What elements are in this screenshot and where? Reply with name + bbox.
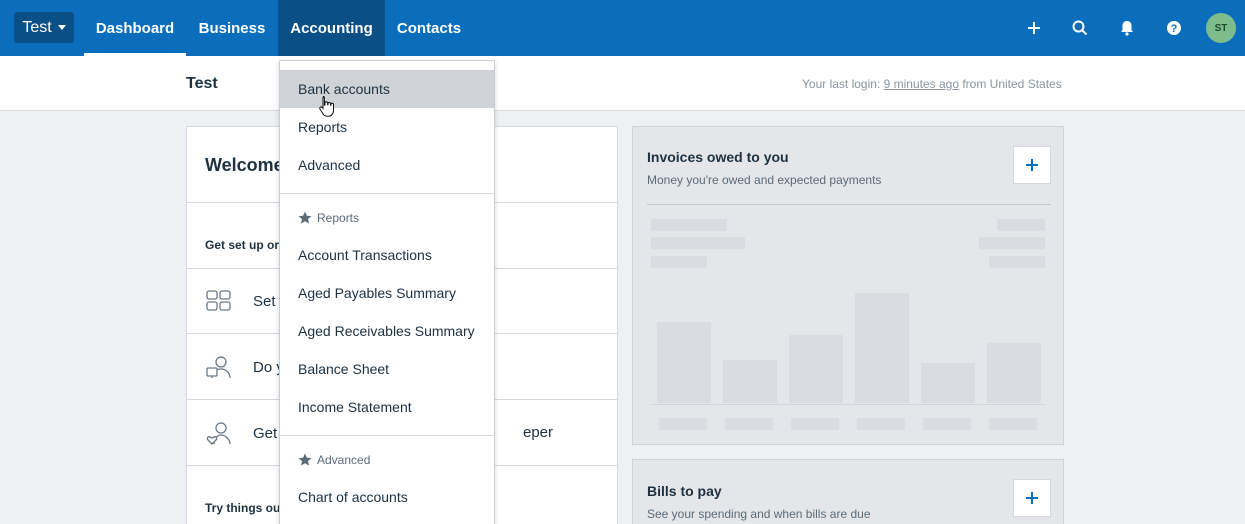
try-things-heading: Try things ou (205, 501, 281, 515)
reports-heading-label: Reports (317, 211, 360, 225)
loading-bar (657, 322, 711, 403)
avatar[interactable]: ST (1206, 13, 1236, 43)
setup-heading: Get set up or (205, 238, 280, 252)
loading-placeholder (997, 219, 1045, 231)
loading-placeholder (857, 418, 905, 430)
loading-placeholder (725, 418, 773, 430)
menu-item-advanced[interactable]: Advanced (280, 146, 494, 184)
tab-dashboard[interactable]: Dashboard (84, 0, 186, 56)
page-title: Test (186, 75, 218, 92)
menu-item-aged-payables-summary[interactable]: Aged Payables Summary (280, 274, 494, 312)
bills-title: Bills to pay (647, 483, 722, 499)
loading-placeholder (989, 418, 1037, 430)
page-header: Test Your last login: 9 minutes ago from… (0, 56, 1245, 111)
grid-icon (205, 287, 233, 315)
loading-bar (855, 293, 909, 403)
bell-icon[interactable] (1115, 16, 1139, 40)
add-bill-button[interactable] (1013, 479, 1051, 517)
last-login-prefix: Your last login: (802, 77, 884, 91)
menu-item-chart-of-accounts[interactable]: Chart of accounts (280, 478, 494, 516)
plus-icon[interactable] (1022, 16, 1046, 40)
loading-bar (987, 343, 1041, 403)
loading-placeholder (791, 418, 839, 430)
bills-card: Bills to pay See your spending and when … (632, 459, 1064, 524)
add-invoice-button[interactable] (1013, 146, 1051, 184)
menu-item-account-transactions[interactable]: Account Transactions (280, 236, 494, 274)
advanced-heading-label: Advanced (317, 453, 371, 467)
star-icon (298, 453, 312, 466)
plus-icon (1026, 159, 1038, 171)
menu-item-balance-sheet[interactable]: Balance Sheet (280, 350, 494, 388)
loading-placeholder (979, 237, 1045, 249)
svg-text:?: ? (1171, 23, 1178, 35)
last-login-link[interactable]: 9 minutes ago (884, 77, 959, 91)
reports-section-heading: Reports (298, 211, 359, 225)
divider (647, 204, 1051, 205)
loading-placeholder (651, 219, 727, 231)
tab-accounting[interactable]: Accounting (278, 0, 385, 56)
bills-subtitle: See your spending and when bills are due (647, 507, 871, 521)
loading-bar (789, 335, 843, 403)
organization-switcher[interactable]: Test (14, 12, 74, 43)
tab-business[interactable]: Business (186, 0, 278, 56)
invoices-subtitle: Money you're owed and expected payments (647, 173, 882, 187)
accounting-dropdown-menu: Bank accounts Reports Advanced Reports A… (279, 60, 495, 524)
loading-placeholder (651, 256, 707, 268)
plus-icon (1026, 492, 1038, 504)
menu-item-income-statement[interactable]: Income Statement (280, 388, 494, 426)
help-icon[interactable]: ? (1162, 16, 1186, 40)
invoices-title: Invoices owed to you (647, 149, 789, 165)
last-login-suffix: from United States (959, 77, 1062, 91)
loading-placeholder (989, 256, 1045, 268)
tab-contacts[interactable]: Contacts (385, 0, 473, 56)
menu-item-reports[interactable]: Reports (280, 108, 494, 146)
invoices-card: Invoices owed to you Money you're owed a… (632, 126, 1064, 445)
top-navigation-bar: Test Dashboard Business Accounting Conta… (0, 0, 1245, 56)
last-login-info: Your last login: 9 minutes ago from Unit… (802, 77, 1062, 91)
menu-item-bank-accounts[interactable]: Bank accounts (280, 70, 494, 108)
organization-name: Test (22, 18, 52, 36)
welcome-title: Welcome (205, 155, 284, 175)
search-icon[interactable] (1068, 16, 1092, 40)
hand-cursor-icon (319, 95, 335, 122)
person-heart-icon (205, 419, 233, 447)
setup-item-label: Get (253, 424, 278, 442)
setup-item-tail-text: eper (523, 424, 554, 441)
person-card-icon (205, 353, 233, 381)
divider (280, 193, 494, 194)
divider (280, 435, 494, 436)
loading-placeholder (923, 418, 971, 430)
caret-down-icon (57, 25, 66, 30)
divider (651, 404, 1045, 405)
star-icon (298, 211, 312, 224)
loading-placeholder (659, 418, 707, 430)
loading-bar (723, 360, 777, 403)
loading-placeholder (651, 237, 745, 249)
advanced-section-heading: Advanced (298, 453, 370, 467)
loading-bar (921, 363, 975, 403)
menu-item-aged-receivables-summary[interactable]: Aged Receivables Summary (280, 312, 494, 350)
